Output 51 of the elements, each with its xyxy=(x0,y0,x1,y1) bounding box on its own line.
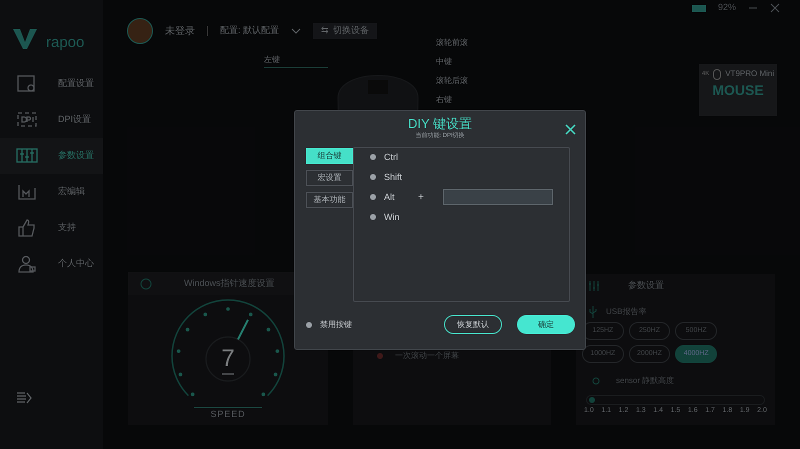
dialog-tab[interactable]: 组合键 xyxy=(306,148,353,164)
battery-level: 92% xyxy=(718,1,736,14)
sidebar-item[interactable]: 参数设置 xyxy=(0,138,103,174)
key-input-field[interactable] xyxy=(442,189,553,206)
sensor-icon xyxy=(592,377,600,385)
gauge-icon xyxy=(140,278,152,290)
plus-sign: + xyxy=(418,190,424,205)
modifier-label: Win xyxy=(384,210,400,224)
user-name: 未登录 xyxy=(165,24,195,38)
slider-thumb[interactable] xyxy=(589,397,595,403)
avatar xyxy=(127,18,153,44)
chevron-down-icon[interactable] xyxy=(291,27,302,35)
menu-icon[interactable] xyxy=(16,391,32,405)
macro-icon xyxy=(16,182,38,202)
dialog-tab[interactable]: 基本功能 xyxy=(306,192,353,208)
dialog-title: DIY 键设置 xyxy=(408,116,472,132)
logo-text: rapoo xyxy=(46,32,84,53)
sliders-icon xyxy=(588,280,600,292)
usb-icon xyxy=(588,306,598,318)
modifier-label: Ctrl xyxy=(384,150,399,164)
mouse-icon xyxy=(713,68,722,80)
sidebar-item[interactable]: DPI设置 xyxy=(0,102,103,138)
device-model: VT9PRO Mini xyxy=(725,68,774,80)
modifier-label: Alt xyxy=(384,190,396,204)
mouse-label: 右键 xyxy=(436,95,453,105)
device-type: MOUSE xyxy=(712,81,764,100)
mouse-label: 滚轮前滚 xyxy=(436,38,468,48)
user-icon xyxy=(16,254,38,274)
battery-icon xyxy=(692,4,706,12)
sidebar-item[interactable]: 支持 xyxy=(0,210,103,246)
profile-label: 配置: 默认配置 xyxy=(220,24,280,38)
panel-title: Windows指针速度设置 xyxy=(184,276,275,290)
modifier-label: Shift xyxy=(384,170,404,184)
close-icon[interactable] xyxy=(565,124,576,135)
logo-icon xyxy=(12,27,38,51)
switch-device-button[interactable]: ⇆ 切换设备 xyxy=(313,23,378,39)
confirm-button[interactable]: 确定 xyxy=(517,315,575,334)
mouse-label: 左键 xyxy=(264,54,328,68)
mouse-label: 滚轮后滚 xyxy=(436,76,468,86)
slider-track[interactable] xyxy=(586,395,765,405)
panel-title: 参数设置 xyxy=(628,279,664,292)
sidebar-item[interactable]: 宏编辑 xyxy=(0,174,103,210)
reset-default-button[interactable]: 恢复默认 xyxy=(444,315,502,334)
sidebar-item[interactable]: 个人中心 xyxy=(0,246,103,282)
mouse-label: 中键 xyxy=(436,57,453,67)
switch-icon: ⇆ xyxy=(321,24,330,38)
speed-value: 7 xyxy=(221,344,235,374)
sidebar-item[interactable]: 配置设置 xyxy=(0,66,103,102)
dialog-tab[interactable]: 宏设置 xyxy=(306,170,353,186)
gauge-label: SPEED xyxy=(194,407,262,422)
disable-key-label: 禁用按键 xyxy=(320,318,352,331)
